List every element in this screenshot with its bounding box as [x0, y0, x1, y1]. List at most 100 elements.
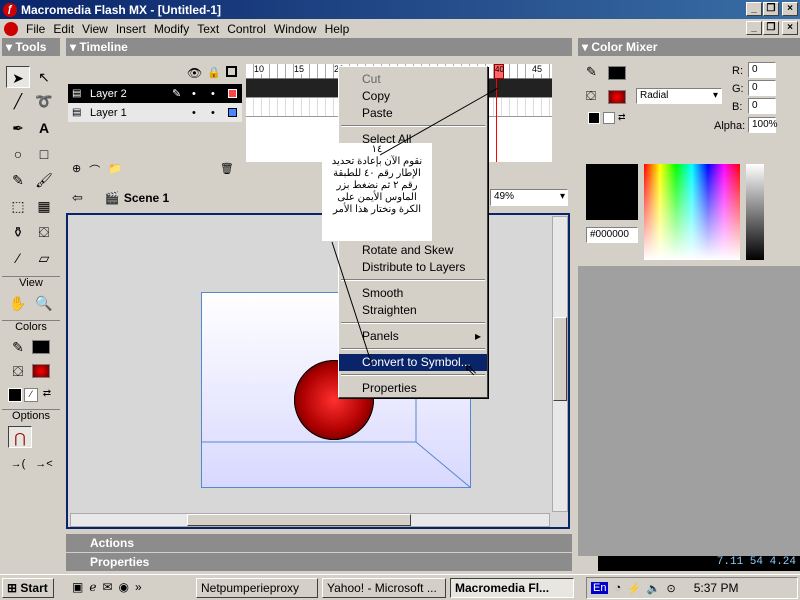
- taskbar: ⊞ Start ▣ ℯ ✉ ◉ » Netpumperieproxy Yahoo…: [0, 574, 800, 600]
- doc-close-button[interactable]: ×: [782, 21, 798, 35]
- flash-app-icon: ƒ: [3, 2, 17, 17]
- tray-icon[interactable]: ⊙: [667, 582, 676, 595]
- pencil-tool-icon[interactable]: ✎: [6, 169, 30, 191]
- paint-bucket-tool-icon[interactable]: ⛋: [32, 221, 56, 243]
- alpha-input[interactable]: 100%: [748, 117, 778, 133]
- mixer-stroke-swatch[interactable]: [608, 66, 626, 80]
- pen-tool-icon[interactable]: ✒: [6, 117, 30, 139]
- no-color-icon[interactable]: [603, 112, 615, 124]
- ink-bottle-tool-icon[interactable]: ⚱: [6, 221, 30, 243]
- default-colors-icon[interactable]: [588, 112, 600, 124]
- minimize-button[interactable]: _: [746, 2, 762, 16]
- g-input[interactable]: 0: [748, 80, 776, 96]
- eye-icon[interactable]: 👁: [187, 66, 202, 80]
- menu-help[interactable]: Help: [325, 22, 350, 36]
- line-tool-icon[interactable]: ╱: [6, 90, 30, 112]
- add-layer-icon[interactable]: ⊕: [72, 162, 81, 178]
- arrow-tool-icon[interactable]: ➤: [6, 66, 30, 88]
- delete-layer-icon[interactable]: 🗑: [220, 162, 234, 178]
- menu-file[interactable]: File: [26, 22, 45, 36]
- outlook-icon[interactable]: ✉: [102, 580, 112, 594]
- mixer-fill-swatch[interactable]: [608, 90, 626, 104]
- task-yahoo[interactable]: Yahoo! - Microsoft ...: [322, 578, 446, 598]
- maximize-button[interactable]: ❐: [763, 2, 779, 16]
- clock: 5:37 PM: [693, 581, 739, 595]
- layer-color-swatch[interactable]: [228, 89, 237, 98]
- lasso-tool-icon[interactable]: ➰: [32, 90, 56, 112]
- no-color-icon[interactable]: ⁄: [24, 388, 38, 402]
- layer-row[interactable]: ▤ Layer 1 • •: [68, 103, 242, 122]
- media-player-icon[interactable]: ◉: [119, 580, 129, 594]
- scroll-thumb[interactable]: [553, 317, 567, 401]
- menu-insert[interactable]: Insert: [116, 22, 146, 36]
- layer-row[interactable]: ▤ Layer 2 ✎ • •: [68, 84, 242, 103]
- add-folder-icon[interactable]: 📁: [108, 162, 122, 178]
- menu-item-properties[interactable]: Properties: [339, 380, 487, 397]
- default-colors-icon[interactable]: [8, 388, 22, 402]
- fill-color-icon[interactable]: ⛋: [6, 360, 30, 382]
- swap-colors-icon[interactable]: ⇄: [40, 388, 54, 402]
- menu-modify[interactable]: Modify: [154, 22, 189, 36]
- color-spectrum[interactable]: [644, 164, 740, 260]
- close-button[interactable]: ×: [782, 2, 798, 16]
- rectangle-tool-icon[interactable]: □: [32, 143, 56, 165]
- menu-view[interactable]: View: [82, 22, 108, 36]
- menu-text[interactable]: Text: [197, 22, 219, 36]
- stroke-color-swatch[interactable]: [32, 340, 50, 354]
- hand-tool-icon[interactable]: ✋: [6, 292, 30, 314]
- swap-colors-icon[interactable]: ⇄: [618, 112, 630, 124]
- layer-color-swatch[interactable]: [228, 108, 237, 117]
- chevron-down-icon: ▾: [559, 191, 565, 202]
- b-input[interactable]: 0: [748, 98, 776, 114]
- subselect-tool-icon[interactable]: ↖: [32, 66, 56, 88]
- fill-type-select[interactable]: Radial ▾: [636, 88, 722, 104]
- playhead[interactable]: 40: [494, 64, 504, 79]
- menu-window[interactable]: Window: [274, 22, 317, 36]
- panel-dock-area: [578, 266, 800, 556]
- straighten-option-icon[interactable]: →<: [32, 453, 56, 475]
- desktop-icon[interactable]: ▣: [72, 580, 83, 594]
- eraser-tool-icon[interactable]: ▱: [32, 247, 56, 269]
- b-label: B:: [732, 101, 743, 113]
- tray-icon[interactable]: ◔: [614, 582, 621, 594]
- horizontal-scrollbar[interactable]: [70, 513, 550, 527]
- doc-icon: [4, 21, 18, 36]
- volume-icon[interactable]: 🔈: [647, 582, 661, 595]
- hex-input[interactable]: #000000: [586, 227, 638, 243]
- fill-transform-tool-icon[interactable]: ▦: [32, 195, 56, 217]
- smooth-option-icon[interactable]: →(: [6, 453, 30, 475]
- free-transform-tool-icon[interactable]: ⬚: [6, 195, 30, 217]
- task-flash[interactable]: Macromedia Fl...: [450, 578, 574, 598]
- snap-magnet-icon[interactable]: ⋂: [8, 426, 32, 448]
- menu-control[interactable]: Control: [227, 22, 266, 36]
- properties-panel-header[interactable]: Properties: [66, 553, 572, 571]
- color-mixer-header: ▾ Color Mixer: [578, 38, 800, 56]
- ie-icon[interactable]: ℯ: [89, 580, 96, 594]
- zoom-tool-icon[interactable]: 🔍: [32, 292, 56, 314]
- menu-edit[interactable]: Edit: [53, 22, 74, 36]
- layer-buttons: ⊕ ⌒ 📁 🗑: [72, 162, 242, 178]
- lock-icon[interactable]: 🔒: [207, 66, 221, 79]
- r-input[interactable]: 0: [748, 62, 776, 78]
- add-guide-icon[interactable]: ⌒: [89, 162, 100, 178]
- task-netpumper[interactable]: Netpumperieproxy: [196, 578, 318, 598]
- title-bar: ƒ Macromedia Flash MX - [Untitled-1]: [0, 0, 800, 19]
- text-tool-icon[interactable]: A: [32, 117, 56, 139]
- brightness-slider[interactable]: [746, 164, 764, 260]
- doc-restore-button[interactable]: ❐: [763, 21, 779, 35]
- outline-icon[interactable]: [226, 66, 237, 77]
- more-icon[interactable]: »: [135, 580, 142, 594]
- tray-icon[interactable]: ⚡: [627, 582, 641, 595]
- doc-minimize-button[interactable]: _: [746, 21, 762, 35]
- eyedropper-tool-icon[interactable]: ⁄: [6, 247, 30, 269]
- fill-color-swatch[interactable]: [32, 364, 50, 378]
- brush-tool-icon[interactable]: 🖌: [32, 169, 56, 191]
- scroll-thumb[interactable]: [187, 514, 411, 526]
- language-indicator[interactable]: En: [591, 582, 609, 594]
- start-button[interactable]: ⊞ Start: [2, 578, 54, 598]
- back-arrow-icon[interactable]: ⇦: [72, 190, 83, 206]
- actions-panel-header[interactable]: Actions: [66, 534, 572, 552]
- oval-tool-icon[interactable]: ○: [6, 143, 30, 165]
- vertical-scrollbar[interactable]: [552, 216, 568, 512]
- stroke-color-icon[interactable]: ✎: [6, 336, 30, 358]
